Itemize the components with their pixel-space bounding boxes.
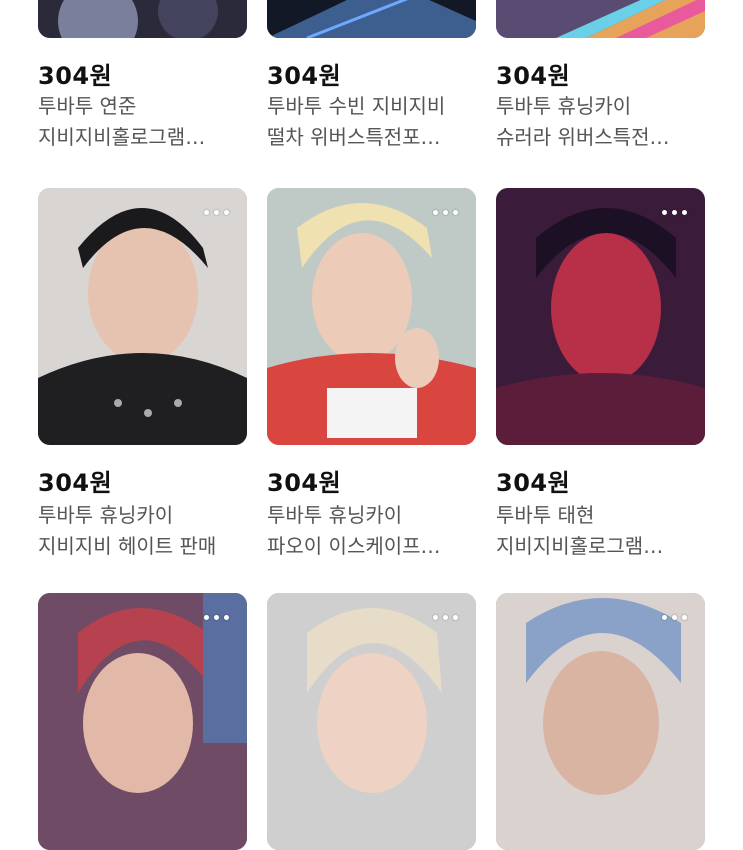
product-price: 304원 <box>38 469 113 497</box>
product-price: 304원 <box>496 469 571 497</box>
product-title-line2: 파오이 이스케이프… <box>267 534 441 558</box>
product-photo[interactable] <box>267 593 476 850</box>
product-title-line2: 지비지비 헤이트 판매 <box>38 534 217 558</box>
product-title-line1: 투바투 연준 <box>38 94 137 118</box>
product-title-line1: 투바투 휴닝카이 <box>38 503 174 527</box>
product-price: 304원 <box>496 62 571 90</box>
product-price: 304원 <box>38 62 113 90</box>
product-photo[interactable] <box>38 188 247 445</box>
product-photo[interactable] <box>496 0 705 38</box>
product-photo[interactable] <box>267 0 476 38</box>
product-price: 304원 <box>267 62 342 90</box>
product-photo[interactable] <box>496 188 705 445</box>
product-photo[interactable] <box>496 593 705 850</box>
more-options-icon[interactable] <box>662 615 687 620</box>
product-title-line2: 떨차 위버스특전포… <box>267 125 441 149</box>
more-options-icon[interactable] <box>204 615 229 620</box>
product-title-line2: 지비지비홀로그램… <box>38 125 206 149</box>
product-title-line1: 투바투 수빈 지비지비 <box>267 94 446 118</box>
product-title-line1: 투바투 휴닝카이 <box>496 94 632 118</box>
product-title-line2: 지비지비홀로그램… <box>496 534 664 558</box>
product-title-line1: 투바투 태현 <box>496 503 595 527</box>
product-title-line2: 슈러라 위버스특전… <box>496 125 670 149</box>
product-title-line1: 투바투 휴닝카이 <box>267 503 403 527</box>
product-photo[interactable] <box>38 593 247 850</box>
more-options-icon[interactable] <box>204 210 229 215</box>
more-options-icon[interactable] <box>433 615 458 620</box>
more-options-icon[interactable] <box>433 210 458 215</box>
more-options-icon[interactable] <box>662 210 687 215</box>
product-photo[interactable] <box>267 188 476 445</box>
product-photo[interactable] <box>38 0 247 38</box>
product-price: 304원 <box>267 469 342 497</box>
